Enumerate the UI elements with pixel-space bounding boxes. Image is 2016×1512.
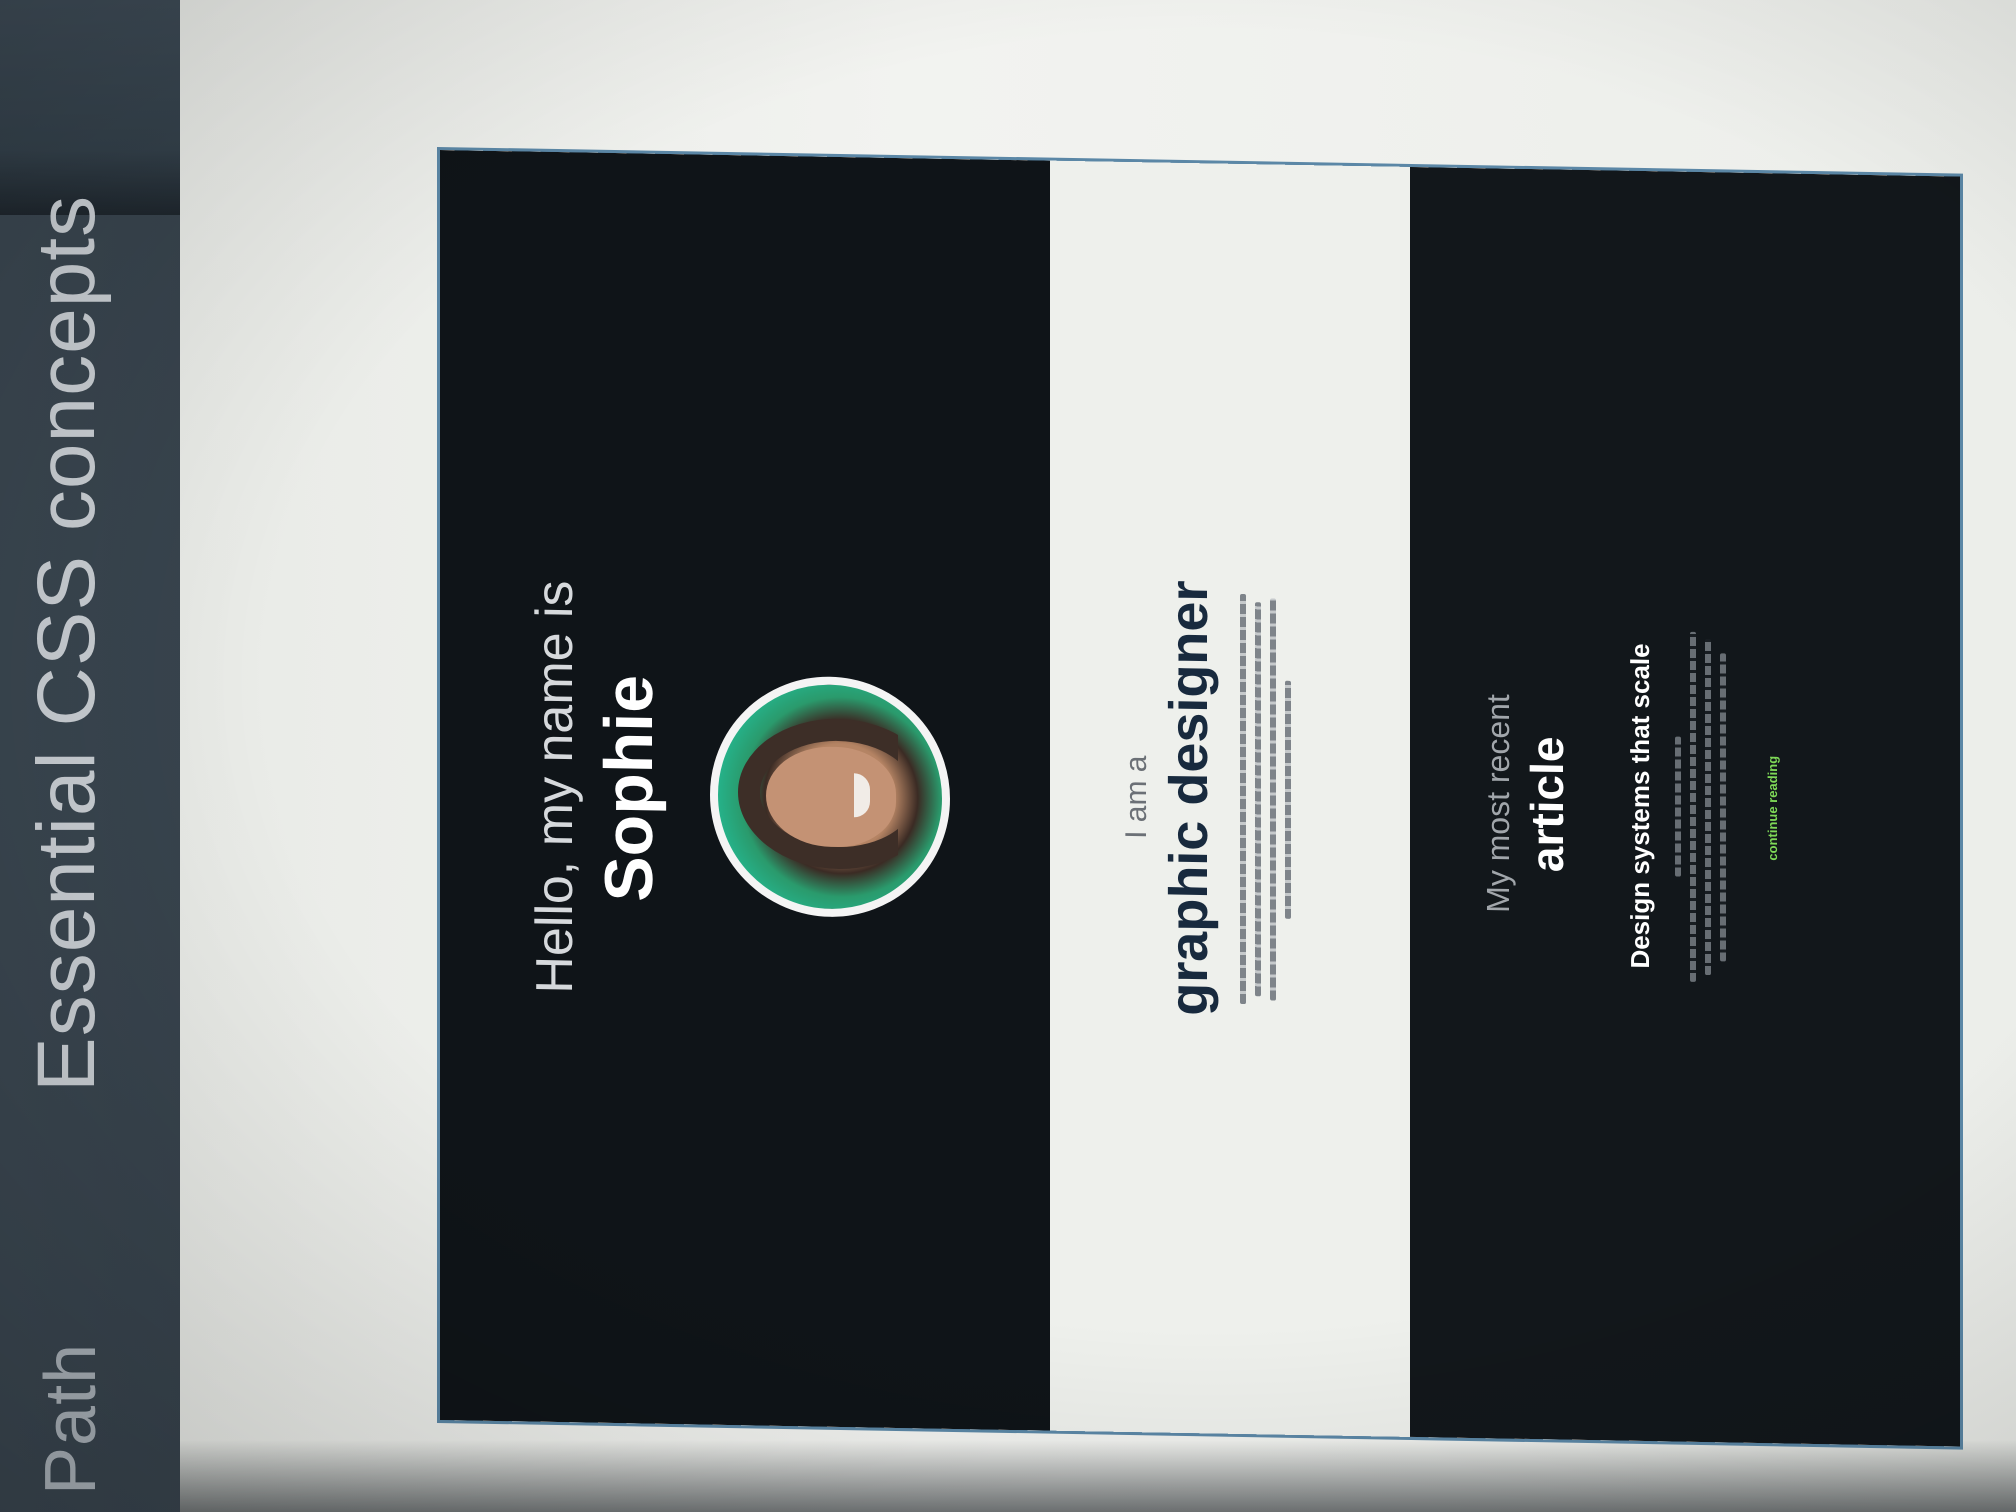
portfolio-page: Hello, my name is Sophie I am a graphic … — [440, 150, 1960, 1447]
recent-lead: My most recent — [1480, 693, 1516, 914]
recent-heading: article — [1521, 736, 1573, 873]
course-title: Essential CSS concepts — [21, 194, 112, 1092]
about-section: I am a graphic designer — [1050, 160, 1410, 1437]
text-line — [1255, 602, 1261, 997]
page-preview: Hello, my name is Sophie I am a graphic … — [440, 150, 1960, 1447]
photo-of-monitor: er Path Essential CSS concepts Hello, my… — [0, 0, 2016, 1512]
text-line — [1705, 639, 1711, 976]
text-line — [1270, 598, 1276, 1001]
text-line — [1285, 680, 1291, 919]
text-line — [1720, 653, 1726, 962]
learning-path-label[interactable]: er Path — [30, 1343, 112, 1512]
text-line — [1675, 736, 1681, 877]
about-role: graphic designer — [1159, 579, 1219, 1017]
recent-article-section: My most recent article Design systems th… — [1410, 166, 1960, 1447]
avatar — [710, 674, 950, 919]
article-excerpt — [1675, 631, 1735, 983]
hero-greeting: Hello, my name is — [526, 579, 584, 995]
monitor-edge-shadow — [180, 1440, 2016, 1512]
article-title[interactable]: Design systems that scale — [1625, 171, 1656, 1442]
read-more-link[interactable]: continue reading — [1765, 173, 1780, 1443]
hero-name: Sophie — [591, 674, 667, 903]
about-lead: I am a — [1120, 755, 1153, 840]
text-line — [1240, 593, 1246, 1005]
text-line — [1690, 631, 1696, 982]
about-paragraph — [1240, 593, 1300, 1005]
hero-section: Hello, my name is Sophie — [440, 150, 1050, 1431]
